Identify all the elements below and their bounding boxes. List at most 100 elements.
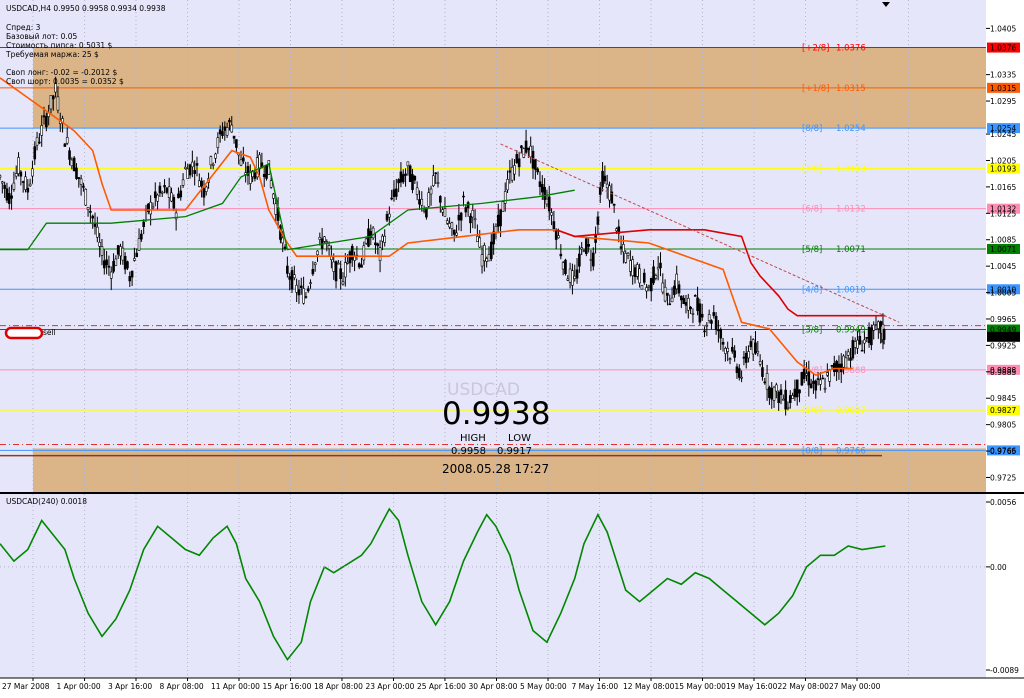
candle-body xyxy=(346,261,349,264)
candle-body xyxy=(496,214,500,227)
candle-body xyxy=(26,187,30,193)
candle-body xyxy=(582,250,586,253)
candle-body xyxy=(286,265,289,274)
candle-body xyxy=(281,237,285,244)
candle-body xyxy=(413,176,417,181)
candle-body xyxy=(573,275,577,279)
chart-canvas[interactable]: [+2/8] 1.0376 [+1/8] 1.0315 [8/8] 1.0254 [7/8]… xyxy=(0,0,1024,694)
candle-body xyxy=(545,198,549,205)
candle-body xyxy=(721,341,725,345)
candle-body xyxy=(21,181,25,183)
candle-body xyxy=(31,168,34,177)
candle-body xyxy=(821,377,825,380)
candle-body xyxy=(406,161,410,167)
candle-body xyxy=(508,170,512,173)
x-tick-label: 8 Apr 08:00 xyxy=(160,682,204,691)
candle-body xyxy=(130,270,134,278)
candle-body xyxy=(680,295,683,301)
candle-body xyxy=(698,303,702,323)
candle-body xyxy=(235,139,238,148)
x-tick-label: 30 Apr 08:00 xyxy=(469,682,518,691)
candle-body xyxy=(812,380,815,384)
murrey-level-label: [1/8] xyxy=(802,406,822,416)
candle-body xyxy=(550,212,553,216)
candle-body xyxy=(12,182,16,190)
candle-body xyxy=(262,174,266,178)
candle-body xyxy=(510,166,514,181)
candle-body xyxy=(158,185,162,194)
candle-body xyxy=(619,246,623,249)
candle-body xyxy=(814,380,818,391)
info-line: Своп шорт: 0.0035 = 0.0352 $ xyxy=(6,77,124,86)
candle-body xyxy=(116,245,120,255)
info-line: Базовый лот: 0.05 xyxy=(6,32,78,41)
candle-body xyxy=(865,337,869,339)
overlay-high-label: HIGH xyxy=(460,433,486,444)
tick-label: 1.0405 xyxy=(990,24,1016,33)
candle-body xyxy=(749,341,753,348)
candle-body xyxy=(867,326,871,343)
symbol-line: USDCAD,H4 0.9950 0.9958 0.9934 0.9938 xyxy=(6,4,166,13)
candle-body xyxy=(339,268,342,280)
candle-body xyxy=(626,252,630,256)
candle-body xyxy=(823,387,827,390)
candle-body xyxy=(779,389,783,395)
candle-body xyxy=(661,282,665,293)
info-line: Своп лонг: -0.02 = -0.2012 $ xyxy=(6,68,117,77)
candle-body xyxy=(156,194,159,202)
candle-body xyxy=(860,349,864,352)
x-tick-label: 18 Apr 08:00 xyxy=(314,682,363,691)
candle-body xyxy=(483,245,486,262)
candle-body xyxy=(647,285,651,288)
candle-body xyxy=(654,275,658,279)
candle-body xyxy=(742,356,746,359)
tick-label: 1.0295 xyxy=(990,97,1016,106)
candle-body xyxy=(441,209,444,213)
murrey-level-price: 1.0010 xyxy=(836,285,866,295)
candle-body xyxy=(846,351,850,356)
sell-label: sell xyxy=(43,328,56,337)
tick-label: 1.0005 xyxy=(990,289,1016,298)
current-price-text: 0.9938 xyxy=(990,333,1016,342)
candle-body xyxy=(165,187,169,193)
candle-body xyxy=(269,180,273,188)
candle-body xyxy=(853,341,857,348)
candle-body xyxy=(79,178,83,185)
candle-body xyxy=(149,201,152,215)
tick-label: 0.9725 xyxy=(990,473,1016,482)
candle-body xyxy=(478,237,482,248)
candle-body xyxy=(744,352,748,363)
candle-body xyxy=(223,126,227,131)
candle-body xyxy=(14,173,18,177)
candle-body xyxy=(520,145,523,149)
candle-body xyxy=(304,296,308,298)
candle-body xyxy=(142,221,145,227)
murrey-level-price: 1.0376 xyxy=(836,44,866,54)
candle-body xyxy=(109,271,113,279)
candle-body xyxy=(77,177,81,179)
x-tick-label: 5 May 00:00 xyxy=(520,682,567,691)
candle-body xyxy=(503,191,507,204)
candle-body xyxy=(344,262,347,278)
candle-body xyxy=(552,221,556,230)
candle-body xyxy=(392,189,396,197)
candle-body xyxy=(485,258,488,262)
candle-body xyxy=(195,163,199,166)
candle-body xyxy=(501,201,505,213)
sell-button[interactable] xyxy=(4,326,44,340)
candle-body xyxy=(38,141,41,144)
candle-body xyxy=(274,203,278,215)
candle-body xyxy=(531,151,535,169)
candle-body xyxy=(575,269,579,279)
candle-body xyxy=(487,254,491,262)
tick-label: 0.9765 xyxy=(990,447,1016,456)
candle-body xyxy=(353,256,356,261)
candle-body xyxy=(3,184,6,189)
candle-body xyxy=(603,175,607,182)
candle-body xyxy=(119,246,122,257)
candle-body xyxy=(151,206,155,209)
candle-body xyxy=(397,179,400,184)
candle-body xyxy=(302,288,305,304)
candle-body xyxy=(768,387,771,399)
candle-body xyxy=(163,185,166,188)
